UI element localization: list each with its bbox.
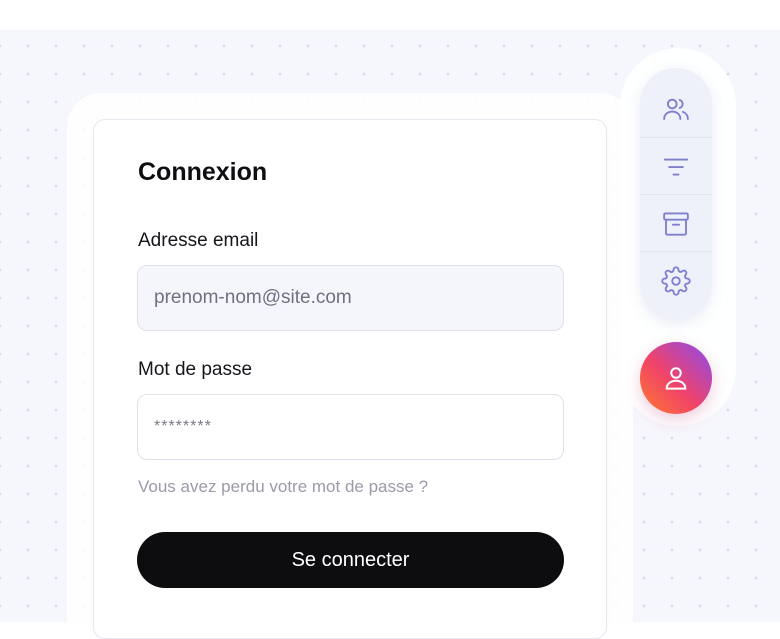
- email-field[interactable]: prenom-nom@site.com: [137, 265, 564, 331]
- login-card: Connexion Adresse email prenom-nom@site.…: [93, 119, 607, 639]
- gear-icon: [661, 265, 691, 296]
- password-label: Mot de passe: [138, 359, 253, 380]
- side-toolbar: [640, 68, 712, 320]
- password-value: ********: [154, 418, 212, 435]
- users-button[interactable]: [640, 80, 712, 137]
- login-button[interactable]: Se connecter: [137, 532, 564, 588]
- archive-icon: [663, 211, 689, 236]
- user-icon: [665, 367, 687, 390]
- password-field[interactable]: ********: [137, 394, 564, 460]
- filter-icon: [663, 158, 689, 175]
- login-title: Connexion: [138, 158, 268, 186]
- email-placeholder: prenom-nom@site.com: [154, 287, 352, 308]
- filter-button[interactable]: [640, 137, 712, 195]
- forgot-password-link[interactable]: Vous avez perdu votre mot de passe ?: [138, 477, 428, 497]
- settings-button[interactable]: [640, 251, 712, 309]
- email-label: Adresse email: [138, 230, 259, 251]
- archive-button[interactable]: [640, 194, 712, 252]
- profile-button[interactable]: [640, 342, 712, 414]
- users-icon: [663, 98, 689, 120]
